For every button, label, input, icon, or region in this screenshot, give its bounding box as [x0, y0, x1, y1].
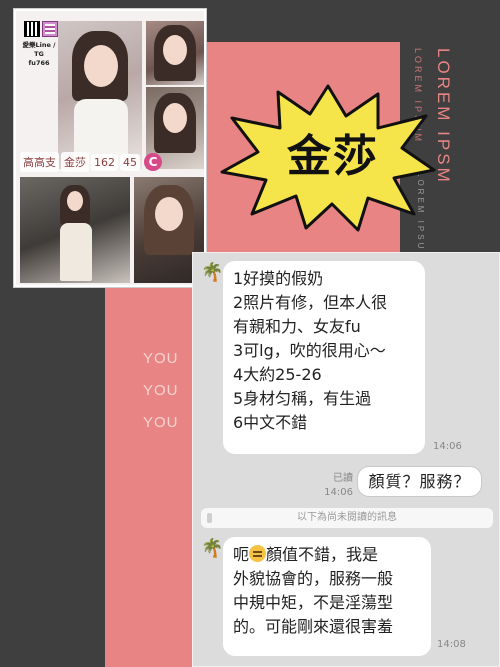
message-line: 3可lg，吹的很用心～ — [233, 341, 386, 360]
chat-screenshot: 🌴 1好摸的假奶 2照片有修，但本人很 有親和力、女友fu 3可lg，吹的很用心… — [192, 252, 500, 667]
outgoing-message-bubble: 顏質？服務？ — [357, 466, 482, 497]
you-line: YOU — [143, 414, 179, 431]
incoming-message-bubble: 1好摸的假奶 2照片有修，但本人很 有親和力、女友fu 3可lg，吹的很用心～ … — [223, 261, 425, 454]
message-line: 有親和力、女友fu — [233, 317, 361, 336]
message-line: 外貌協會的，服務一般 — [233, 569, 394, 588]
message-line: 中規中矩，不是淫蕩型 — [233, 593, 394, 612]
read-label: 已讀 — [333, 473, 353, 484]
height-tag: 高高支 — [20, 152, 59, 172]
cup-size-badge: C — [144, 153, 162, 171]
message-prefix: 呃 — [233, 545, 250, 564]
you-line: YOU — [143, 382, 179, 399]
contact-id: 愛樂Line / TG fu766 — [22, 41, 56, 67]
palm-tree-icon: 🌴 — [201, 538, 224, 559]
you-text-block: YOU YOU YOU — [143, 343, 179, 439]
thinking-emoji-icon — [249, 545, 267, 562]
main-photo — [58, 21, 142, 169]
message-line: 的。可能剛來還很害羞 — [233, 617, 394, 636]
name-tag: 金莎 — [61, 152, 89, 172]
tg-qr-code — [42, 21, 58, 37]
name-title: 金莎 — [287, 131, 379, 182]
line-qr-code — [24, 21, 40, 37]
profile-tag-row: 高高支 金莎 162 45 C — [20, 151, 204, 173]
message-line: 2照片有修，但本人很 — [233, 293, 388, 312]
message-timestamp: 14:06 — [433, 441, 462, 452]
message-line: 5身材匀稱，有生過 — [233, 389, 372, 408]
photo-collage: 愛樂Line / TG fu766 高高支 金莎 162 45 C — [14, 9, 206, 287]
palm-tree-icon: 🌴 — [201, 262, 224, 283]
incoming-message-bubble: 呃顏值不錯，我是 外貌協會的，服務一般 中規中矩，不是淫蕩型 的。可能剛來還很害… — [223, 537, 431, 656]
message-text: 顏值不錯，我是 — [266, 545, 379, 564]
outgoing-timestamp: 14:06 — [324, 487, 353, 498]
message-line: 呃顏值不錯，我是 — [233, 543, 421, 567]
message-line: 6中文不錯 — [233, 413, 308, 432]
message-line: 4大約25-26 — [233, 365, 322, 384]
message-line: 1好摸的假奶 — [233, 269, 324, 288]
photo-top-right-1 — [146, 21, 204, 85]
height-value-tag: 162 — [91, 153, 118, 171]
weight-tag: 45 — [120, 153, 140, 171]
read-receipt: 已讀 14:06 — [321, 472, 353, 500]
message-timestamp: 14:08 — [437, 639, 466, 650]
photo-bottom-left — [20, 177, 130, 283]
you-line: YOU — [143, 350, 179, 367]
unread-divider-label: 以下為尚未閱讀的訊息 — [297, 512, 397, 523]
unread-divider: 以下為尚未閱讀的訊息 — [201, 508, 493, 528]
